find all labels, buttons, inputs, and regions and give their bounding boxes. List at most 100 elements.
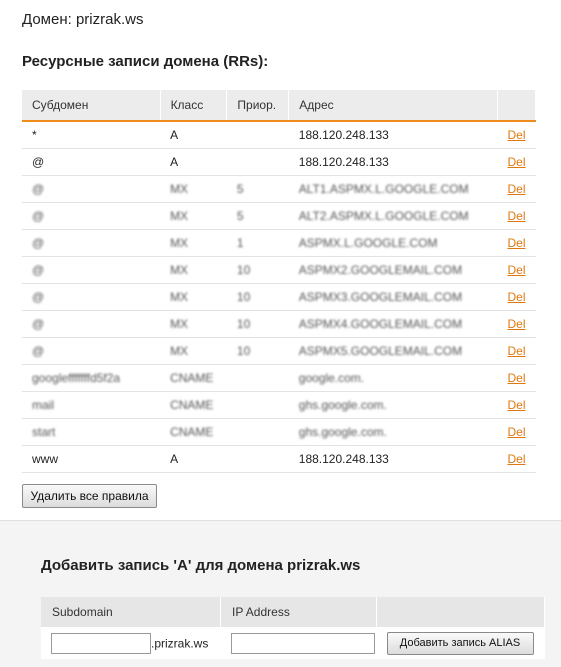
rr-priority-cell: 5 <box>226 175 289 203</box>
add-record-panel: Добавить запись 'A' для домена prizrak.w… <box>0 520 561 667</box>
rr-priority-cell: 10 <box>226 337 289 365</box>
domain-title: Домен: prizrak.ws <box>22 11 144 28</box>
rr-address-cell: ASPMX5.GOOGLEMAIL.COM <box>288 337 498 365</box>
rr-class-cell: A <box>160 445 227 473</box>
delete-record-link[interactable]: Del <box>507 263 525 277</box>
rr-priority-cell <box>226 364 289 392</box>
domain-suffix: .prizrak.ws <box>151 636 209 650</box>
col-header-class: Класс <box>160 90 228 122</box>
rr-class-cell: MX <box>160 202 227 230</box>
rr-subdomain-cell: mail <box>22 391 161 419</box>
delete-record-link[interactable]: Del <box>507 425 525 439</box>
delete-record-link[interactable]: Del <box>507 317 525 331</box>
rr-subdomain-cell: @ <box>22 229 161 257</box>
delete-record-link[interactable]: Del <box>507 209 525 223</box>
rr-class-cell: MX <box>160 229 227 257</box>
subdomain-input[interactable] <box>51 632 151 654</box>
col-header-new-subdomain: Subdomain <box>41 597 221 627</box>
delete-record-link[interactable]: Del <box>507 371 525 385</box>
rr-subdomain-cell: * <box>22 121 161 149</box>
rr-subdomain-cell: start <box>22 418 161 446</box>
delete-record-link[interactable]: Del <box>507 290 525 304</box>
rr-action-cell: Del <box>497 256 536 284</box>
rr-table-row: @ MX 5 ALT1.ASPMX.L.GOOGLE.COM Del <box>22 175 536 203</box>
rr-subdomain-cell: @ <box>22 202 161 230</box>
rr-table-row: mail CNAME ghs.google.com. Del <box>22 391 536 419</box>
col-header-ip-address: IP Address <box>220 597 377 627</box>
delete-record-link[interactable]: Del <box>507 452 525 466</box>
delete-record-link[interactable]: Del <box>507 344 525 358</box>
rr-subdomain-cell: @ <box>22 175 161 203</box>
rr-table-row: www A 188.120.248.133 Del <box>22 445 536 473</box>
rr-subdomain-cell: @ <box>22 337 161 365</box>
add-button-cell: Добавить запись ALIAS <box>377 627 545 659</box>
delete-record-link[interactable]: Del <box>507 236 525 250</box>
rr-class-cell: CNAME <box>160 364 227 392</box>
rr-address-cell: ASPMX2.GOOGLEMAIL.COM <box>288 256 498 284</box>
delete-record-link[interactable]: Del <box>507 182 525 196</box>
rr-address-cell: 188.120.248.133 <box>288 445 498 473</box>
rr-priority-cell <box>226 445 289 473</box>
delete-all-rules-button[interactable]: Удалить все правила <box>22 484 157 508</box>
rr-table-row: @ MX 10 ASPMX3.GOOGLEMAIL.COM Del <box>22 283 536 311</box>
rr-table-header-row: Субдомен Класс Приор. Адрес <box>22 90 537 122</box>
subdomain-cell: .prizrak.ws <box>41 627 221 659</box>
rr-class-cell: A <box>160 121 227 149</box>
rr-table-row: googlefffffffd5f2a CNAME google.com. Del <box>22 364 536 392</box>
rr-priority-cell: 10 <box>226 256 289 284</box>
rr-priority-cell <box>226 418 289 446</box>
rr-address-cell: 188.120.248.133 <box>288 121 498 149</box>
col-header-priority: Приор. <box>226 90 290 122</box>
rr-address-cell: ghs.google.com. <box>288 418 498 446</box>
ip-cell <box>221 627 377 659</box>
rr-address-cell: ASPMX4.GOOGLEMAIL.COM <box>288 310 498 338</box>
add-record-table: Subdomain IP Address .prizrak.ws Добавит… <box>41 597 545 659</box>
col-header-address: Адрес <box>288 90 498 122</box>
delete-record-link[interactable]: Del <box>507 398 525 412</box>
rr-priority-cell <box>226 121 289 149</box>
col-header-add-action <box>376 597 545 627</box>
rr-action-cell: Del <box>497 229 536 257</box>
col-header-subdomain: Субдомен <box>22 90 161 122</box>
rr-subdomain-cell: @ <box>22 148 161 176</box>
rr-class-cell: MX <box>160 283 227 311</box>
add-record-title: Добавить запись 'A' для домена prizrak.w… <box>41 557 361 574</box>
rr-table-row: @ MX 10 ASPMX2.GOOGLEMAIL.COM Del <box>22 256 536 284</box>
rr-action-cell: Del <box>497 310 536 338</box>
rr-subdomain-cell: www <box>22 445 161 473</box>
delete-record-link[interactable]: Del <box>507 128 525 142</box>
rr-table-row: @ MX 10 ASPMX5.GOOGLEMAIL.COM Del <box>22 337 536 365</box>
rr-table-row: @ MX 10 ASPMX4.GOOGLEMAIL.COM Del <box>22 310 536 338</box>
rr-class-cell: MX <box>160 256 227 284</box>
rr-address-cell: ALT1.ASPMX.L.GOOGLE.COM <box>288 175 498 203</box>
rr-priority-cell: 5 <box>226 202 289 230</box>
rr-address-cell: ALT2.ASPMX.L.GOOGLE.COM <box>288 202 498 230</box>
rr-class-cell: A <box>160 148 227 176</box>
rr-address-cell: ASPMX3.GOOGLEMAIL.COM <box>288 283 498 311</box>
add-alias-record-button[interactable]: Добавить запись ALIAS <box>386 631 534 655</box>
col-header-actions <box>497 90 537 122</box>
rr-action-cell: Del <box>497 364 536 392</box>
rr-address-cell: ghs.google.com. <box>288 391 498 419</box>
rr-table-row: start CNAME ghs.google.com. Del <box>22 418 536 446</box>
rr-class-cell: MX <box>160 175 227 203</box>
rr-address-cell: google.com. <box>288 364 498 392</box>
rr-action-cell: Del <box>497 202 536 230</box>
rr-class-cell: MX <box>160 337 227 365</box>
rr-table-row: @ MX 5 ALT2.ASPMX.L.GOOGLE.COM Del <box>22 202 536 230</box>
rr-table-row: @ A 188.120.248.133 Del <box>22 148 536 176</box>
rr-class-cell: CNAME <box>160 391 227 419</box>
rr-priority-cell <box>226 391 289 419</box>
rr-subdomain-cell: @ <box>22 283 161 311</box>
rr-action-cell: Del <box>497 418 536 446</box>
rr-priority-cell <box>226 148 289 176</box>
rr-action-cell: Del <box>497 445 536 473</box>
rr-action-cell: Del <box>497 121 536 149</box>
ip-address-input[interactable] <box>230 632 375 654</box>
rr-action-cell: Del <box>497 175 536 203</box>
rr-action-cell: Del <box>497 283 536 311</box>
add-record-row: .prizrak.ws Добавить запись ALIAS <box>41 627 545 659</box>
rr-action-cell: Del <box>497 337 536 365</box>
delete-record-link[interactable]: Del <box>507 155 525 169</box>
rr-action-cell: Del <box>497 391 536 419</box>
